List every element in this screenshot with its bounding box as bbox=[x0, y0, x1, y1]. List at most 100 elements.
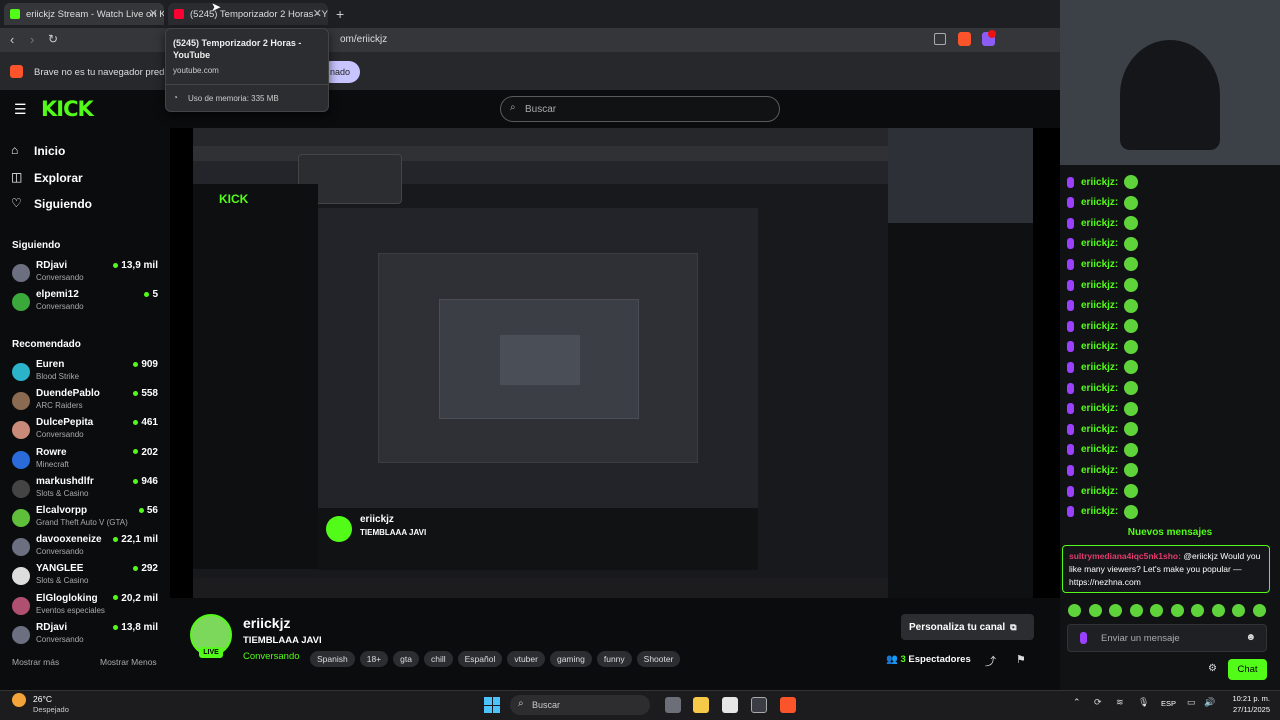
emote-icon[interactable] bbox=[1232, 604, 1245, 617]
channel-name[interactable]: YANGLEE bbox=[36, 563, 83, 574]
emote-icon[interactable] bbox=[1129, 604, 1143, 617]
display-icon[interactable]: ▭ bbox=[1187, 697, 1196, 708]
network-icon[interactable]: ≋ bbox=[1116, 697, 1124, 708]
video-player[interactable]: KICK eriickjz TIEMBLAAA JAVI bbox=[170, 128, 1060, 598]
tag-chip[interactable]: Spanish bbox=[310, 651, 355, 667]
channel-name[interactable]: ElGlogloking bbox=[36, 593, 98, 604]
tag-chip[interactable]: Shooter bbox=[636, 651, 681, 667]
emote-icon[interactable] bbox=[1068, 604, 1081, 617]
channel-name[interactable]: RDjavi bbox=[36, 260, 67, 271]
chat-input[interactable]: Enviar un mensaje ☻ bbox=[1067, 624, 1267, 652]
channel-name[interactable]: eriickjz bbox=[243, 615, 290, 631]
settings-icon[interactable]: ⚙ bbox=[1208, 663, 1217, 674]
chat-username[interactable]: eriickjz: bbox=[1081, 218, 1118, 229]
show-more-link[interactable]: Mostrar más bbox=[12, 657, 59, 667]
volume-icon[interactable]: 🔊 bbox=[1204, 697, 1215, 708]
chat-username[interactable]: eriickjz: bbox=[1081, 383, 1118, 394]
chat-username[interactable]: eriickjz: bbox=[1081, 465, 1118, 476]
avatar[interactable] bbox=[12, 264, 30, 282]
avatar[interactable] bbox=[12, 479, 30, 498]
chat-username[interactable]: eriickjz: bbox=[1081, 321, 1118, 332]
channel-name[interactable]: elpemi12 bbox=[36, 289, 79, 300]
close-tab-icon[interactable]: ✕ bbox=[149, 7, 158, 20]
avatar[interactable] bbox=[12, 293, 30, 311]
close-tab-icon[interactable]: ✕ bbox=[313, 7, 322, 20]
weather-temp[interactable]: 26°C bbox=[33, 694, 52, 704]
app-icon[interactable] bbox=[751, 697, 767, 713]
nav-inicio[interactable]: Inicio bbox=[34, 144, 65, 158]
language-indicator[interactable]: ESP bbox=[1161, 699, 1176, 708]
brave-shield-icon[interactable] bbox=[958, 32, 971, 46]
emote-icon[interactable] bbox=[1191, 604, 1204, 617]
new-messages-label[interactable]: Nuevos mensajes bbox=[1060, 527, 1280, 541]
share-icon[interactable] bbox=[934, 33, 946, 45]
chat-username[interactable]: eriickjz: bbox=[1081, 300, 1118, 311]
mic-icon[interactable]: 🎙 bbox=[1138, 697, 1149, 708]
reload-icon[interactable]: ↻ bbox=[48, 32, 58, 46]
tag-chip[interactable]: vtuber bbox=[507, 651, 545, 667]
back-icon[interactable]: ‹ bbox=[10, 32, 14, 47]
tag-chip[interactable]: chill bbox=[423, 651, 453, 667]
emote-icon[interactable] bbox=[1211, 604, 1225, 617]
windows-start-icon[interactable] bbox=[484, 697, 500, 713]
emote-icon[interactable] bbox=[1252, 604, 1266, 617]
task-view-icon[interactable] bbox=[665, 697, 681, 713]
chevron-up-icon[interactable]: ⌃ bbox=[1073, 697, 1081, 708]
chat-username[interactable]: eriickjz: bbox=[1081, 280, 1118, 291]
tag-chip[interactable]: Español bbox=[457, 651, 503, 667]
avatar[interactable] bbox=[12, 509, 30, 527]
chat-username[interactable]: eriickjz: bbox=[1081, 362, 1118, 373]
url-text[interactable]: om/eriickjz bbox=[340, 34, 387, 45]
channel-name[interactable]: DulcePepita bbox=[36, 417, 93, 428]
pinned-username[interactable]: sultrymediana4iqc5nk1sho: bbox=[1069, 551, 1181, 561]
nav-siguiendo[interactable]: Siguiendo bbox=[34, 197, 92, 211]
emote-icon[interactable] bbox=[1170, 604, 1184, 617]
chat-username[interactable]: eriickjz: bbox=[1081, 403, 1118, 414]
stream-category[interactable]: Conversando bbox=[243, 651, 300, 662]
chat-username[interactable]: eriickjz: bbox=[1081, 486, 1118, 497]
chat-send-button[interactable]: Chat bbox=[1228, 659, 1267, 680]
emoji-icon[interactable]: ☻ bbox=[1245, 632, 1256, 643]
channel-name[interactable]: Euren bbox=[36, 359, 64, 370]
chat-username[interactable]: eriickjz: bbox=[1081, 177, 1118, 188]
avatar[interactable] bbox=[12, 596, 30, 615]
avatar[interactable] bbox=[12, 363, 30, 381]
menu-icon[interactable]: ☰ bbox=[14, 101, 27, 118]
brave-taskbar-icon[interactable] bbox=[780, 697, 796, 713]
chat-username[interactable]: eriickjz: bbox=[1081, 341, 1118, 352]
report-icon[interactable]: ⚑ bbox=[1016, 653, 1026, 666]
clock-time[interactable]: 10:21 p. m. bbox=[1222, 694, 1270, 703]
kick-logo[interactable]: KICK bbox=[41, 97, 94, 121]
customize-channel-button[interactable]: Personaliza tu canal ⧉ bbox=[901, 614, 1034, 640]
nav-explorar[interactable]: Explorar bbox=[34, 171, 83, 185]
channel-name[interactable]: RDjavi bbox=[36, 622, 67, 633]
channel-name[interactable]: davooxeneize bbox=[36, 534, 102, 545]
chat-username[interactable]: eriickjz: bbox=[1081, 506, 1118, 517]
search-input[interactable]: ⌕ Buscar bbox=[500, 96, 780, 122]
chat-username[interactable]: eriickjz: bbox=[1081, 444, 1118, 455]
avatar[interactable] bbox=[12, 625, 30, 644]
forward-icon[interactable]: › bbox=[30, 32, 34, 47]
tab-youtube[interactable]: (5245) Temporizador 2 Horas - Y ✕ bbox=[168, 3, 328, 25]
chat-username[interactable]: eriickjz: bbox=[1081, 197, 1118, 208]
new-tab-icon[interactable]: + bbox=[336, 6, 344, 22]
sync-icon[interactable]: ⟳ bbox=[1094, 697, 1102, 708]
channel-name[interactable]: Rowre bbox=[36, 447, 67, 458]
taskbar-search[interactable]: ⌕ Buscar bbox=[510, 695, 650, 715]
channel-name[interactable]: markushdlfr bbox=[36, 476, 94, 487]
tab-kick[interactable]: eriickjz Stream - Watch Live on K ✕ bbox=[4, 3, 164, 25]
channel-name[interactable]: Elcalvorpp bbox=[36, 505, 87, 516]
emote-icon[interactable] bbox=[1088, 604, 1102, 617]
emote-icon[interactable] bbox=[1109, 604, 1122, 617]
avatar[interactable] bbox=[12, 450, 30, 469]
show-less-link[interactable]: Mostrar Menos bbox=[100, 657, 157, 667]
emote-icon[interactable] bbox=[1150, 604, 1163, 617]
tag-chip[interactable]: gaming bbox=[549, 651, 592, 667]
share-icon[interactable]: ⤴ bbox=[985, 653, 996, 669]
file-explorer-icon[interactable] bbox=[693, 697, 709, 713]
chat-username[interactable]: eriickjz: bbox=[1081, 424, 1118, 435]
channel-name[interactable]: DuendePablo bbox=[36, 388, 100, 399]
tag-chip[interactable]: 18+ bbox=[359, 651, 389, 667]
tag-chip[interactable]: funny bbox=[596, 651, 632, 667]
chat-username[interactable]: eriickjz: bbox=[1081, 238, 1118, 249]
